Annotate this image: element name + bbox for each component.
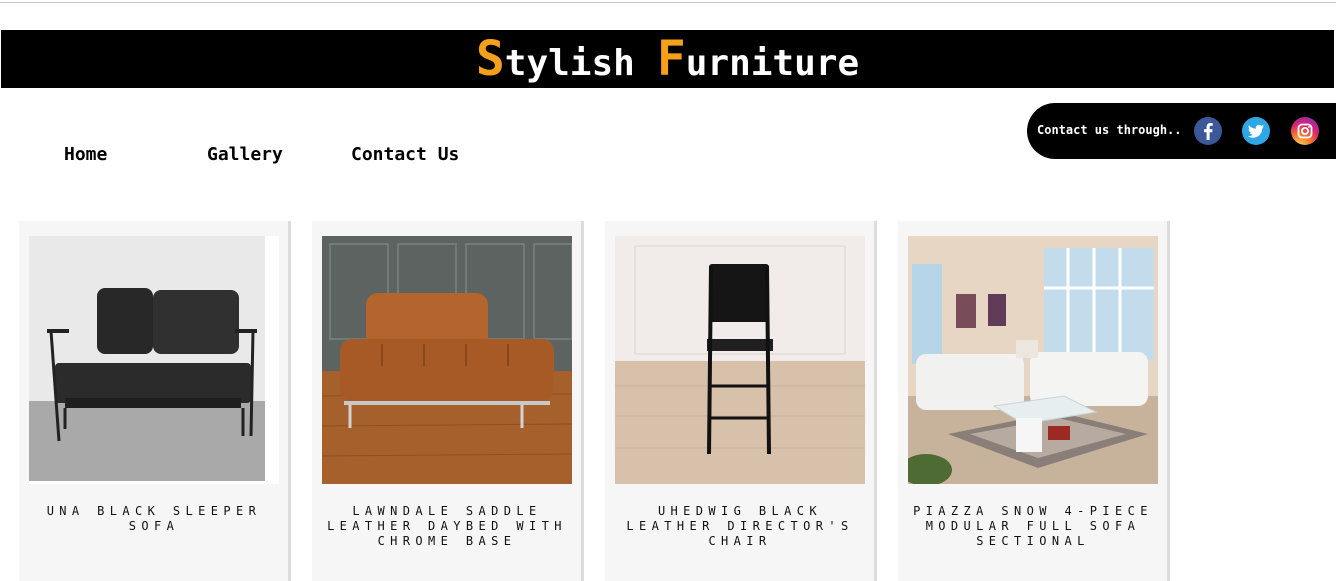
nav-contact-us-link[interactable]: Contact Us [351, 143, 459, 167]
product-card[interactable]: Piazza Snow 4-Piece Modular Full Sofa Se… [898, 221, 1170, 581]
product-title[interactable]: Una Black Sleeper Sofa [29, 504, 279, 534]
product-title[interactable]: Piazza Snow 4-Piece Modular Full Sofa Se… [908, 504, 1158, 549]
product-card[interactable]: Una Black Sleeper Sofa [19, 221, 291, 581]
brand-word-1-rest: tylish [504, 43, 635, 84]
nav-home-link[interactable]: Home [64, 143, 107, 167]
brand-initial-1: S [475, 31, 505, 87]
site-title: Stylish Furniture [476, 32, 859, 91]
product-image[interactable] [322, 236, 572, 484]
nav-gallery-link[interactable]: Gallery [207, 143, 283, 167]
brand-initial-2: F [656, 31, 686, 87]
brand-word-2-rest: urniture [685, 43, 860, 84]
product-image[interactable] [29, 236, 279, 484]
product-image[interactable] [908, 236, 1158, 484]
contact-label: Contact us through.. [1037, 123, 1182, 137]
site-header: Stylish Furniture [1, 30, 1334, 88]
product-image[interactable] [615, 236, 865, 484]
product-title[interactable]: Uhedwig Black Leather Director's Chair [615, 504, 865, 549]
product-card[interactable]: Uhedwig Black Leather Director's Chair [605, 221, 877, 581]
instagram-icon[interactable] [1290, 116, 1320, 146]
product-title[interactable]: Lawndale Saddle Leather Daybed with Chro… [322, 504, 572, 549]
facebook-icon[interactable] [1193, 116, 1223, 146]
product-card[interactable]: Lawndale Saddle Leather Daybed with Chro… [312, 221, 584, 581]
twitter-icon[interactable] [1241, 116, 1271, 146]
top-divider [0, 2, 1336, 3]
social-contact-bar: Contact us through.. [1027, 103, 1336, 159]
